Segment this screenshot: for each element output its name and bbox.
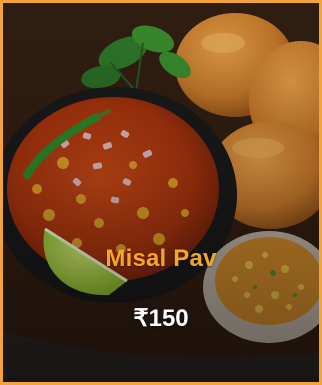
menu-item-card[interactable]: Misal Pav ₹150 (0, 0, 322, 385)
dish-name: Misal Pav (105, 245, 217, 272)
dish-price: ₹150 (133, 305, 189, 332)
